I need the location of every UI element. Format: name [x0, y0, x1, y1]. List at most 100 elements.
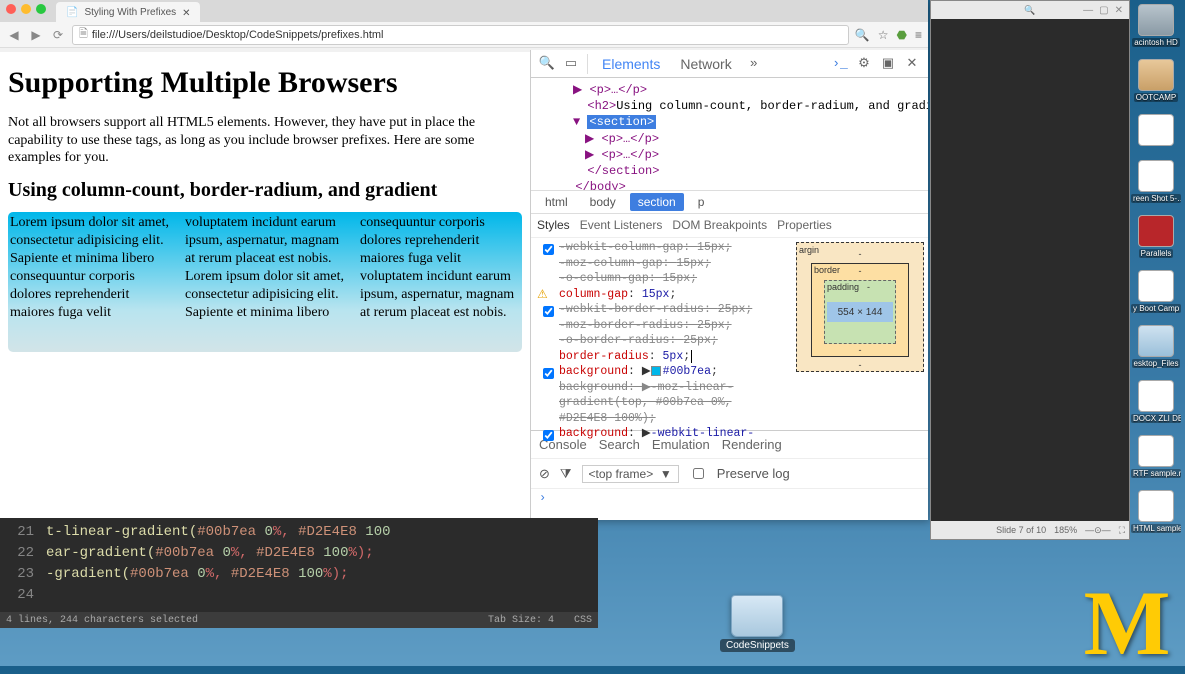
code-editor[interactable]: 21222324 t-linear-gradient(#00b7ea 0%, #…: [0, 518, 598, 628]
crumb-p[interactable]: p: [690, 193, 713, 211]
desktop-icon[interactable]: Parallels: [1131, 215, 1181, 258]
rule-toggle[interactable]: [543, 368, 554, 379]
desktop-icon[interactable]: OOTCAMP: [1131, 59, 1181, 102]
css-rule[interactable]: -webkit-column-gap: 15px;: [559, 240, 777, 256]
folder-icon: [731, 595, 783, 637]
tab-network[interactable]: Network: [674, 52, 737, 76]
zoom-slider[interactable]: —⊙—: [1085, 525, 1111, 536]
subtab-styles[interactable]: Styles: [537, 218, 570, 233]
clear-console-icon[interactable]: ⊘: [539, 466, 550, 482]
more-tabs-icon[interactable]: »: [746, 56, 762, 72]
tab-elements[interactable]: Elements: [596, 52, 666, 76]
code-line[interactable]: -gradient(#00b7ea 0%, #D2E4E8 100%);: [46, 564, 391, 585]
device-icon[interactable]: ▭: [563, 56, 579, 72]
css-rule[interactable]: -o-column-gap: 15px;: [559, 271, 777, 287]
close-devtools-icon[interactable]: ✕: [904, 56, 920, 72]
box-model-diagram[interactable]: argin - border - padding- 554 × 144 - -: [796, 242, 924, 372]
folder-icon: [1138, 325, 1174, 357]
crumb-html[interactable]: html: [537, 193, 576, 211]
zoom-window-icon[interactable]: [36, 4, 46, 14]
browser-tab[interactable]: 📄 Styling With Prefixes ✕: [56, 2, 200, 22]
desktop-icon[interactable]: esktop_Files: [1131, 325, 1181, 368]
frame-selector[interactable]: <top frame> ▼: [582, 465, 679, 483]
zoom-icon[interactable]: 🔍: [855, 28, 870, 42]
desktop-icon[interactable]: DOCX ZLI DEI andi…27.docx: [1131, 380, 1181, 423]
status-tabsize[interactable]: Tab Size: 4: [488, 615, 554, 626]
code-lines[interactable]: t-linear-gradient(#00b7ea 0%, #D2E4E8 10…: [46, 522, 391, 606]
css-rule[interactable]: -o-border-radius: 25px;: [559, 333, 777, 349]
css-rule[interactable]: border-radius: 5px;: [559, 349, 777, 365]
close-tab-icon[interactable]: ✕: [182, 8, 190, 16]
subtab-dom-breakpoints[interactable]: DOM Breakpoints: [672, 218, 767, 233]
desktop-icon[interactable]: HTML sample.html: [1131, 490, 1181, 533]
tab-title: Styling With Prefixes: [84, 7, 176, 18]
css-rule[interactable]: -webkit-border-radius: 25px;: [559, 302, 777, 318]
desktop-icon[interactable]: y Boot Camp: [1131, 270, 1181, 313]
desktop-icon[interactable]: acintosh HD: [1131, 4, 1181, 47]
dom-tree[interactable]: ▶ <p>…</p> <h2>Using column-count, borde…: [531, 78, 928, 190]
rule-toggle[interactable]: [543, 306, 554, 317]
close-window-icon[interactable]: [6, 4, 16, 14]
css-rules[interactable]: -webkit-column-gap: 15px; -moz-column-ga…: [531, 238, 783, 446]
hamburger-icon[interactable]: ≡: [915, 28, 922, 42]
desktop-icon[interactable]: RTF sample.rtf: [1131, 435, 1181, 478]
desktop-icon[interactable]: reen Shot 5-… AM.png: [1131, 160, 1181, 203]
dom-node[interactable]: <h2>Using column-count, border-radium, a…: [539, 98, 920, 114]
css-rule[interactable]: -moz-border-radius: 25px;: [559, 318, 777, 334]
minimize-icon[interactable]: —: [1083, 5, 1093, 16]
reload-button[interactable]: ⟳: [50, 27, 66, 43]
dom-node[interactable]: ▶ <p>…</p>: [539, 131, 920, 147]
css-rule[interactable]: background: ▶#00b7ea;: [559, 364, 777, 380]
dock-icon[interactable]: ▣: [880, 56, 896, 72]
tab-favicon: 📄: [66, 7, 78, 18]
dom-node[interactable]: ▶ <p>…</p>: [539, 147, 920, 163]
abp-icon[interactable]: ⬣: [897, 28, 907, 42]
rule-toggle[interactable]: [543, 430, 554, 441]
status-selection: 4 lines, 244 characters selected: [6, 615, 198, 626]
subtab-properties[interactable]: Properties: [777, 218, 832, 233]
dom-node[interactable]: ▶ <p>…</p>: [539, 82, 920, 98]
crumb-section[interactable]: section: [630, 193, 684, 211]
css-rule[interactable]: background: ▶-webkit-linear-: [559, 426, 777, 442]
console-prompt-icon[interactable]: ›_: [832, 56, 848, 72]
styles-subtabs: Styles Event Listeners DOM Breakpoints P…: [531, 214, 928, 238]
desktop-icon[interactable]: [1131, 114, 1181, 148]
subtab-event-listeners[interactable]: Event Listeners: [580, 218, 663, 233]
filter-icon[interactable]: ⧩: [560, 466, 572, 482]
close-icon[interactable]: ✕: [1115, 5, 1123, 16]
back-button[interactable]: ◀: [6, 27, 22, 43]
forward-button[interactable]: ▶: [28, 27, 44, 43]
dom-node[interactable]: </body>: [539, 179, 920, 190]
editor-status-bar: 4 lines, 244 characters selected Tab Siz…: [0, 612, 598, 628]
css-rule[interactable]: background: ▶-moz-linear-gradient(top, #…: [559, 380, 777, 427]
code-line[interactable]: t-linear-gradient(#00b7ea 0%, #D2E4E8 10…: [46, 522, 391, 543]
zoom-level[interactable]: 185%: [1054, 525, 1077, 535]
window-controls[interactable]: [6, 4, 46, 14]
fit-icon[interactable]: ⛶: [1119, 525, 1125, 536]
inspect-icon[interactable]: 🔍: [539, 56, 555, 72]
browser-window: 📄 Styling With Prefixes ✕ ◀ ▶ ⟳ 🗎 file:/…: [0, 0, 928, 520]
dom-node[interactable]: </section>: [539, 163, 920, 179]
chrome-tab-strip: 📄 Styling With Prefixes ✕: [0, 0, 928, 22]
color-swatch[interactable]: [651, 366, 661, 376]
rule-toggle[interactable]: [543, 244, 554, 255]
status-language[interactable]: CSS: [574, 615, 592, 626]
settings-gear-icon[interactable]: ⚙: [856, 56, 872, 72]
search-placeholder[interactable]: 🔍: [1024, 5, 1035, 16]
url-input[interactable]: 🗎 file:///Users/deilstudioe/Desktop/Code…: [72, 25, 849, 45]
rtf-file-icon: [1138, 435, 1174, 467]
code-line[interactable]: ear-gradient(#00b7ea 0%, #D2E4E8 100%);: [46, 543, 391, 564]
app-icon: [1138, 215, 1174, 247]
preserve-log-checkbox[interactable]: [693, 468, 704, 479]
code-line[interactable]: [46, 585, 391, 606]
css-rule[interactable]: ⚠column-gap: 15px;: [559, 287, 777, 303]
maximize-icon[interactable]: ▢: [1099, 5, 1108, 16]
dom-node-selected[interactable]: ▼ <section>: [539, 114, 920, 130]
console-prompt[interactable]: ›: [531, 488, 928, 508]
dock-folder[interactable]: CodeSnippets: [720, 595, 795, 652]
star-icon[interactable]: ☆: [878, 28, 889, 42]
breadcrumb: html body section p: [531, 190, 928, 214]
css-rule[interactable]: -moz-column-gap: 15px;: [559, 256, 777, 272]
crumb-body[interactable]: body: [582, 193, 624, 211]
minimize-window-icon[interactable]: [21, 4, 31, 14]
